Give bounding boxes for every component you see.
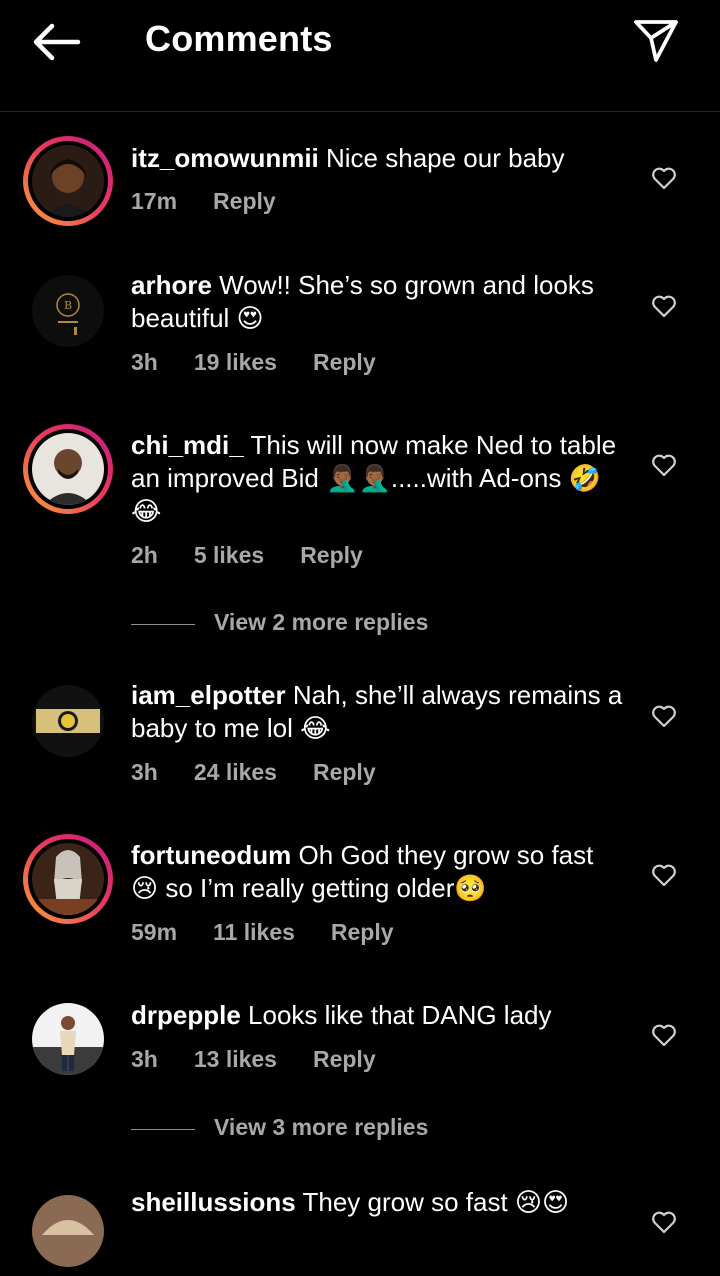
comment-text: chi_mdi_ This will now make Ned to table… (131, 429, 626, 528)
comment-meta: 59m 11 likes Reply (131, 919, 430, 946)
comment-username[interactable]: chi_mdi_ (131, 430, 244, 460)
comment-likes[interactable]: 5 likes (194, 542, 264, 568)
avatar-story-ring[interactable] (23, 136, 113, 226)
page-title: Comments (145, 18, 333, 59)
view-more-replies[interactable]: View 2 more replies (131, 609, 531, 639)
comment-meta: 17m Reply (131, 188, 312, 215)
comment-text: sheillussions They grow so fast 😢😍 (131, 1186, 626, 1219)
comment-text: fortuneodum Oh God they grow so fast 😢 s… (131, 839, 626, 905)
avatar-story-ring[interactable] (23, 424, 113, 514)
view-more-replies-label[interactable]: View 2 more replies (214, 609, 428, 636)
comment-meta: 3h 13 likes Reply (131, 1046, 412, 1073)
view-more-replies[interactable]: View 3 more replies (131, 1114, 531, 1144)
comment-username[interactable]: iam_elpotter (131, 680, 286, 710)
comment-likes[interactable]: 13 likes (194, 1046, 277, 1072)
avatar-container[interactable] (23, 994, 113, 1084)
reply-button[interactable]: Reply (313, 759, 376, 785)
comment-likes[interactable]: 24 likes (194, 759, 277, 785)
avatar-container[interactable] (23, 676, 113, 766)
like-heart-icon[interactable] (651, 294, 677, 318)
avatar (32, 433, 104, 505)
comment-text: iam_elpotter Nah, she’ll always remains … (131, 679, 626, 745)
comment-body: Looks like that DANG lady (240, 1000, 552, 1030)
comment-username[interactable]: itz_omowunmii (131, 143, 319, 173)
back-arrow-icon[interactable] (30, 22, 82, 62)
avatar (32, 1003, 104, 1075)
comment-likes[interactable]: 11 likes (213, 919, 295, 945)
like-heart-icon[interactable] (651, 863, 677, 887)
reply-button[interactable]: Reply (313, 1046, 376, 1072)
like-heart-icon[interactable] (651, 453, 677, 477)
comment-time: 3h (131, 1046, 158, 1072)
like-heart-icon[interactable] (651, 166, 677, 190)
avatar (32, 843, 104, 915)
avatar (32, 1195, 104, 1267)
replies-divider (131, 624, 195, 625)
comment-text: itz_omowunmii Nice shape our baby (131, 142, 626, 175)
comment-body: They grow so fast 😢😍 (295, 1187, 570, 1217)
reply-button[interactable]: Reply (313, 349, 376, 375)
comment-username[interactable]: fortuneodum (131, 840, 291, 870)
comment-meta: 3h 19 likes Reply (131, 349, 412, 376)
avatar-story-ring[interactable] (23, 834, 113, 924)
reply-button[interactable]: Reply (331, 919, 394, 945)
comment-username[interactable]: sheillussions (131, 1187, 296, 1217)
comment-time: 17m (131, 188, 178, 214)
comment-text: arhore Wow!! She’s so grown and looks be… (131, 269, 626, 335)
view-more-replies-label[interactable]: View 3 more replies (214, 1114, 428, 1141)
replies-divider (131, 1129, 195, 1130)
comment-meta: 2h 5 likes Reply (131, 542, 399, 569)
svg-text:B: B (64, 299, 72, 312)
comment-likes[interactable]: 19 likes (194, 349, 277, 375)
comment-time: 3h (131, 349, 158, 375)
send-icon[interactable] (632, 18, 680, 64)
avatar: B (32, 275, 104, 347)
comments-header: Comments (0, 0, 720, 112)
reply-button[interactable]: Reply (213, 188, 276, 214)
reply-button[interactable]: Reply (300, 542, 363, 568)
comment-text: drpepple Looks like that DANG lady (131, 999, 626, 1032)
comment-username[interactable]: drpepple (131, 1000, 241, 1030)
like-heart-icon[interactable] (651, 1023, 677, 1047)
like-heart-icon[interactable] (651, 1210, 677, 1234)
comment-meta: 3h 24 likes Reply (131, 759, 412, 786)
comment-username[interactable]: arhore (131, 270, 212, 300)
avatar (32, 145, 104, 217)
comment-time: 2h (131, 542, 158, 568)
avatar-container[interactable] (23, 1186, 113, 1276)
comment-body: Nice shape our baby (318, 143, 565, 173)
avatar-container[interactable]: B (23, 266, 113, 356)
comment-time: 3h (131, 759, 158, 785)
avatar (32, 685, 104, 757)
comment-time: 59m (131, 919, 178, 945)
like-heart-icon[interactable] (651, 704, 677, 728)
